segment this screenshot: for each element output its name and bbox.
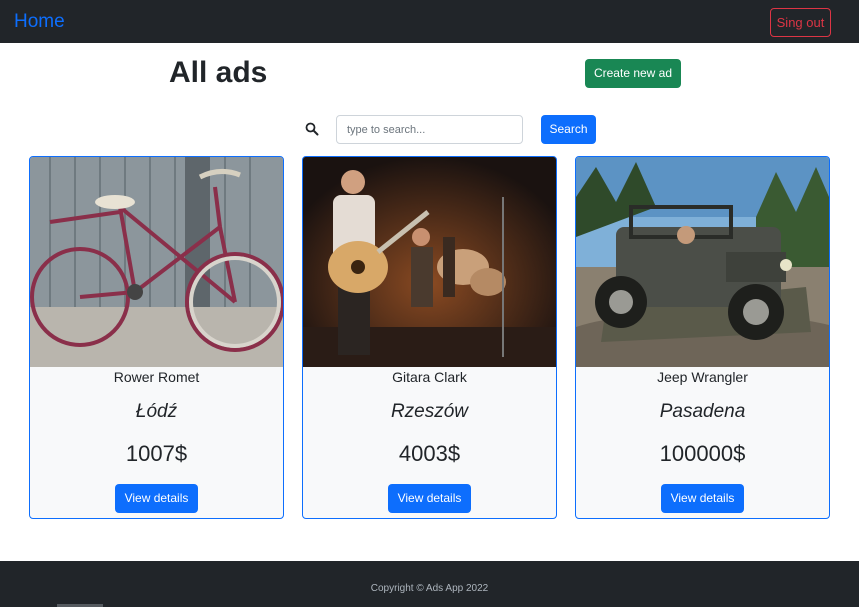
ad-title: Jeep Wrangler	[657, 369, 748, 385]
ad-price: 1007$	[125, 441, 188, 466]
ad-price: 100000$	[659, 441, 746, 466]
concert-photo	[303, 157, 556, 367]
ad-card: Rower Romet Łódź 1007$ View details	[29, 156, 284, 519]
jeep-photo	[576, 157, 829, 367]
create-new-ad-button[interactable]: Create new ad	[585, 59, 681, 88]
view-details-button[interactable]: View details	[115, 484, 198, 513]
view-details-button[interactable]: View details	[661, 484, 744, 513]
ad-location: Pasadena	[659, 401, 746, 422]
navbar: Home Sing out	[0, 0, 859, 43]
page-title: All ads	[169, 56, 268, 89]
ad-location: Łódź	[135, 401, 178, 422]
ad-title: Gitara Clark	[392, 369, 467, 385]
search-icon	[305, 122, 319, 136]
ad-title: Rower Romet	[113, 369, 200, 385]
footer: Copyright © Ads App 2022	[0, 561, 859, 607]
view-details-button[interactable]: View details	[388, 484, 471, 513]
search-button[interactable]: Search	[541, 115, 596, 144]
copyright-text: Copyright © Ads App 2022	[370, 583, 489, 594]
signout-button[interactable]: Sing out	[770, 8, 831, 37]
bicycle-photo	[30, 157, 283, 367]
home-link[interactable]: Home	[14, 11, 65, 33]
ad-card: Gitara Clark Rzeszów 4003$ View details	[302, 156, 557, 519]
ad-location: Rzeszów	[390, 401, 469, 422]
search-input[interactable]	[336, 115, 523, 144]
ad-price: 4003$	[398, 441, 461, 466]
ad-card: Jeep Wrangler Pasadena 100000$ View deta…	[575, 156, 830, 519]
